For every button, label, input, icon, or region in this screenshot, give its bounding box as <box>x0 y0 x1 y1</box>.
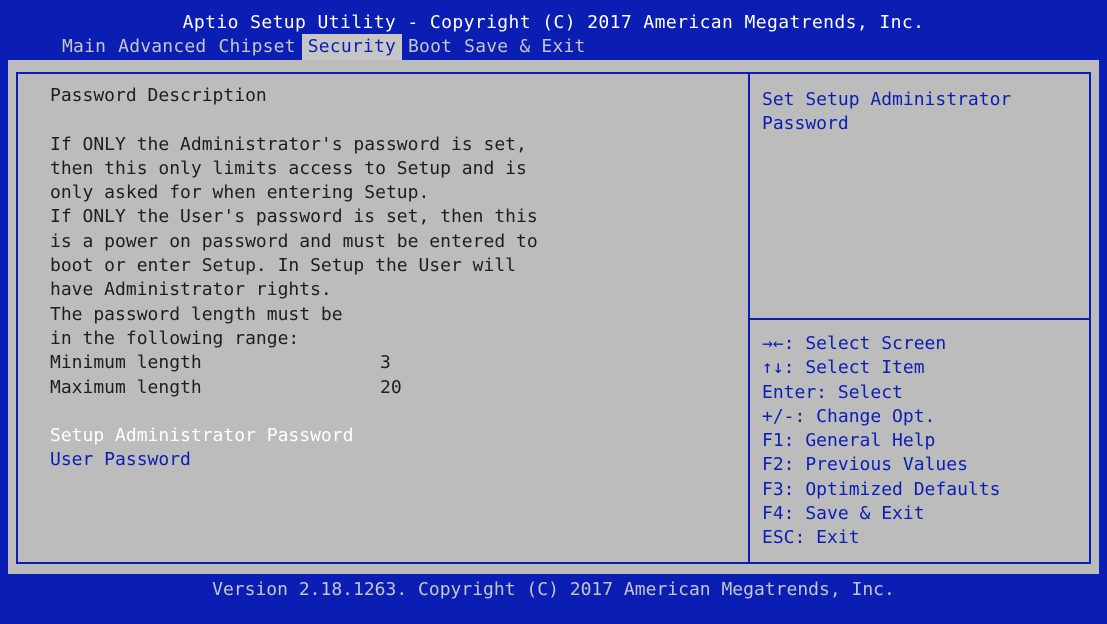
key-select-item: ↑↓: Select Item <box>762 357 925 379</box>
description-line: If ONLY the User's password is set, then… <box>50 206 538 228</box>
settings-content: Password Description If ONLY the Adminis… <box>50 84 730 473</box>
description-line: The password length must be <box>50 303 343 325</box>
minimum-length-label: Minimum length <box>50 352 202 374</box>
version-footer: Version 2.18.1263. Copyright (C) 2017 Am… <box>212 579 895 600</box>
tab-chipset[interactable]: Chipset <box>212 34 301 60</box>
help-description: Set Setup Administrator Password <box>762 89 1012 135</box>
key-esc-exit: ESC: Exit <box>762 527 860 549</box>
key-previous-values: F2: Previous Values <box>762 454 968 476</box>
tab-security[interactable]: Security <box>301 34 403 60</box>
description-line: is a power on password and must be enter… <box>50 230 538 252</box>
help-divider <box>750 318 1089 320</box>
key-change-opt: +/-: Change Opt. <box>762 405 936 427</box>
bios-screen: Aptio Setup Utility - Copyright (C) 2017… <box>0 0 1107 624</box>
description-line: boot or enter Setup. In Setup the User w… <box>50 255 516 277</box>
key-select-screen: →←: Select Screen <box>762 333 947 354</box>
key-general-help: F1: General Help <box>762 430 936 452</box>
minimum-length-row: Minimum length 3 <box>50 351 730 375</box>
tab-main[interactable]: Main <box>56 34 112 60</box>
description-line: only asked for when entering Setup. <box>50 182 430 204</box>
maximum-length-value: 20 <box>380 376 402 398</box>
utility-title: Aptio Setup Utility - Copyright (C) 2017… <box>182 12 925 33</box>
description-line: If ONLY the Administrator's password is … <box>50 133 527 155</box>
help-frame: Set Setup Administrator Password →←: Sel… <box>748 72 1091 564</box>
main-panel: Set Setup Administrator Password →←: Sel… <box>8 60 1099 574</box>
setup-administrator-password-item[interactable]: Setup Administrator Password <box>50 424 730 448</box>
description-line: have Administrator rights. <box>50 279 332 301</box>
user-password-item[interactable]: User Password <box>50 448 730 472</box>
description-line: then this only limits access to Setup an… <box>50 157 527 179</box>
key-save-exit: F4: Save & Exit <box>762 503 925 525</box>
tab-save-exit[interactable]: Save & Exit <box>458 34 591 60</box>
key-legend: →←: Select Screen ↑↓: Select Item Enter:… <box>762 332 1082 551</box>
tab-boot[interactable]: Boot <box>402 34 458 60</box>
description-line: in the following range: <box>50 327 300 349</box>
tab-bar: Main Advanced Chipset Security Boot Save… <box>56 34 592 60</box>
header-bar: Aptio Setup Utility - Copyright (C) 2017… <box>0 0 1107 60</box>
key-enter-select: Enter: Select <box>762 381 903 403</box>
minimum-length-value: 3 <box>380 352 391 374</box>
key-optimized-defaults: F3: Optimized Defaults <box>762 478 1001 500</box>
tab-advanced[interactable]: Advanced <box>112 34 212 60</box>
section-heading: Password Description <box>50 85 267 106</box>
maximum-length-label: Maximum length <box>50 376 202 398</box>
maximum-length-row: Maximum length 20 <box>50 376 730 400</box>
